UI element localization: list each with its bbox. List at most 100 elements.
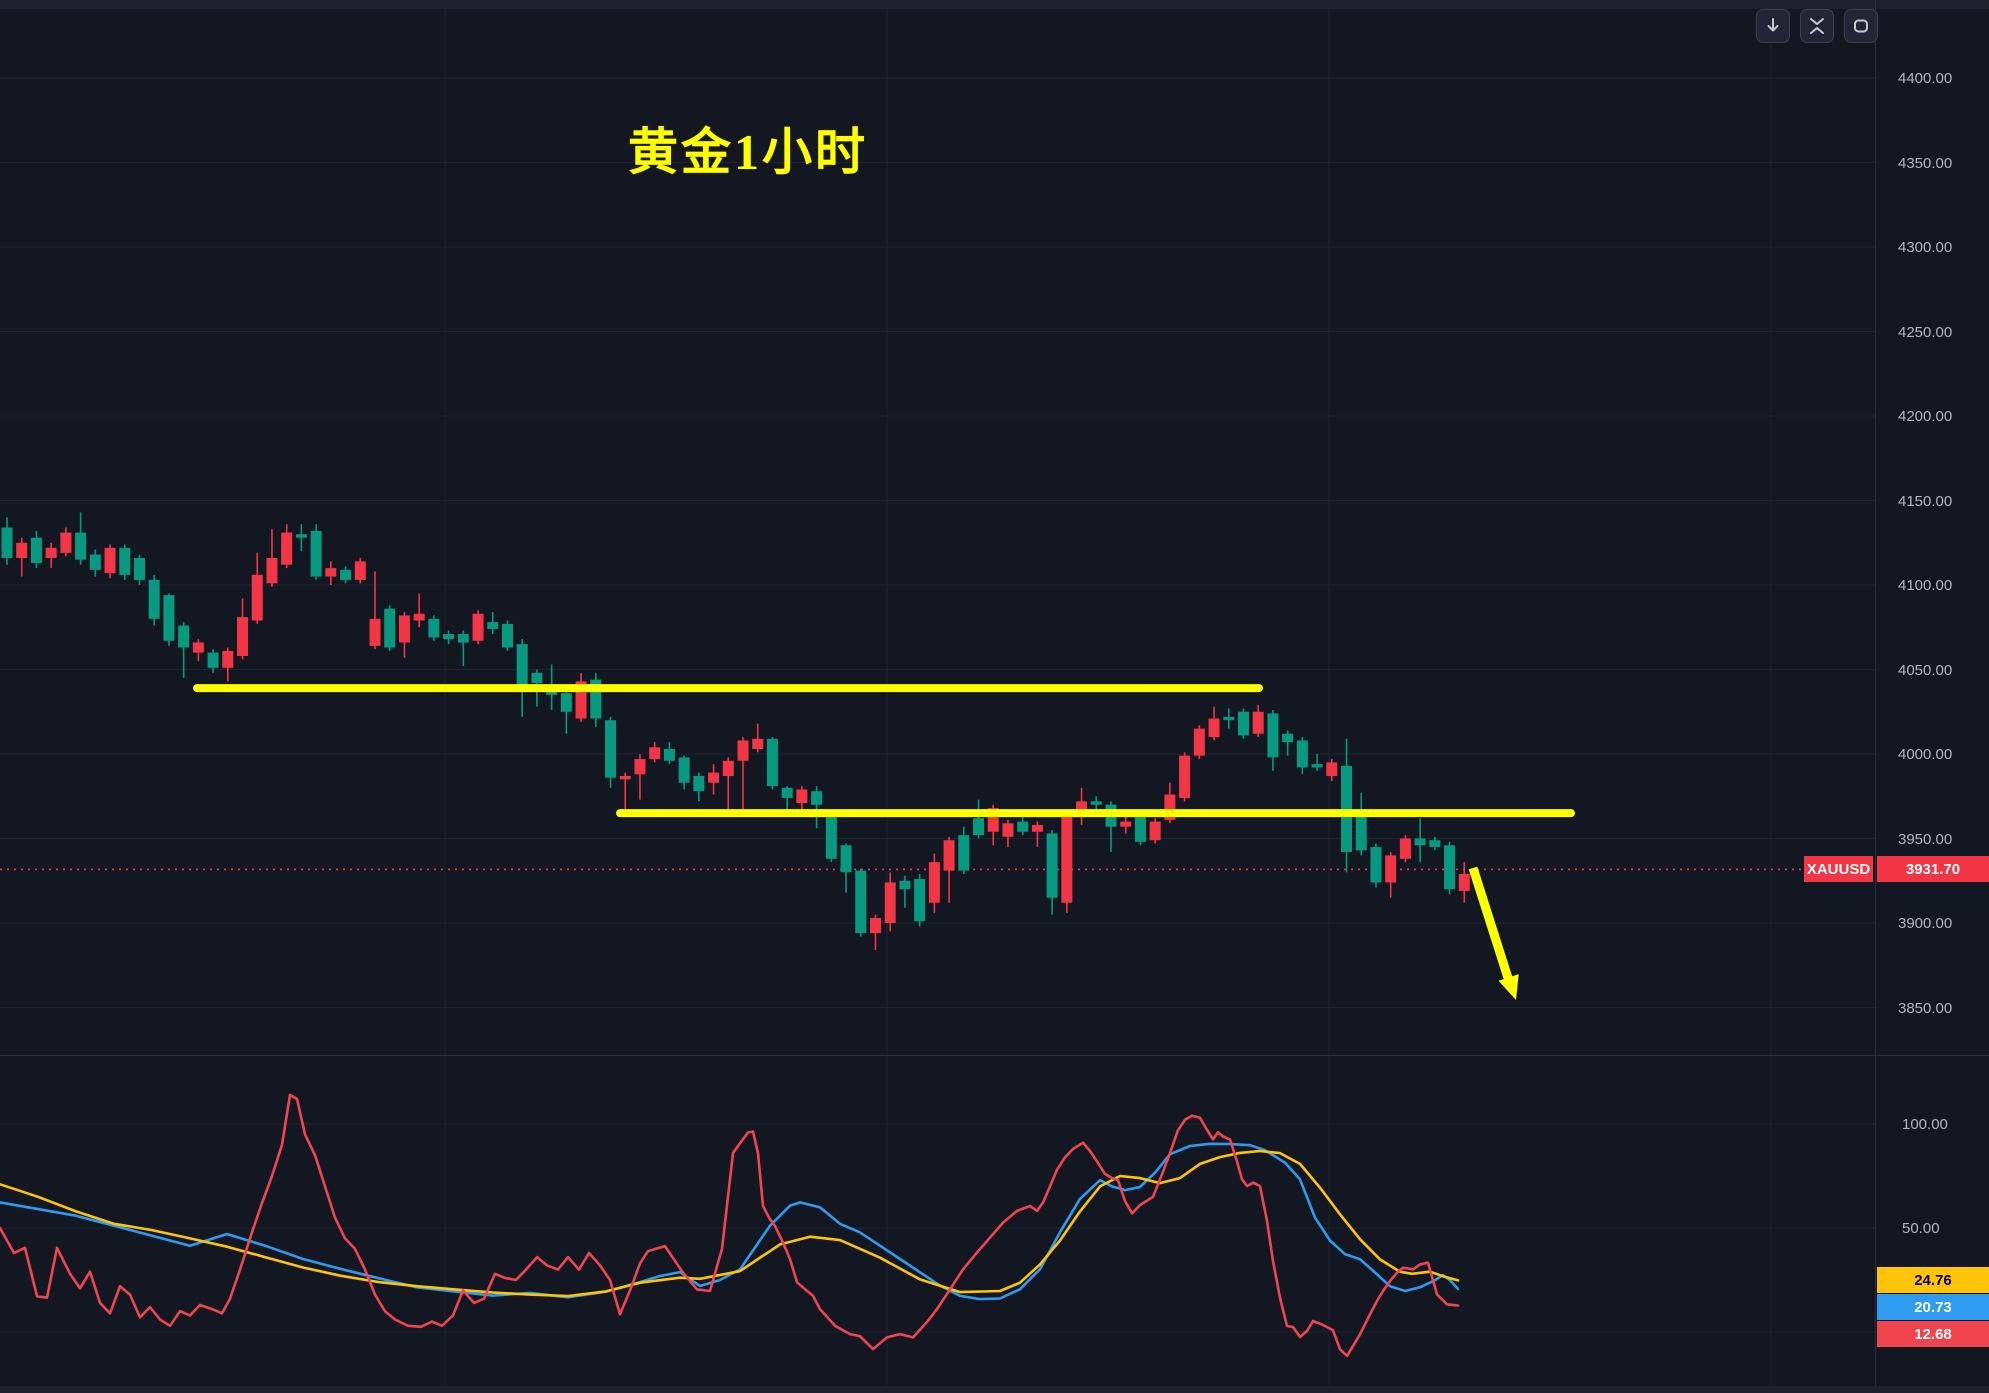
candle-body bbox=[1047, 833, 1058, 897]
candle-body bbox=[458, 634, 469, 642]
collapse-panes-button[interactable] bbox=[1800, 9, 1834, 43]
candle-body bbox=[105, 548, 116, 573]
candle-body bbox=[782, 788, 793, 798]
fullscreen-icon bbox=[1852, 17, 1870, 35]
candle-body bbox=[252, 575, 263, 621]
candle-body bbox=[1459, 874, 1470, 891]
candle-body bbox=[1150, 822, 1161, 841]
price-tick-label: 3900.00 bbox=[1898, 915, 1989, 932]
candle-body bbox=[163, 595, 174, 641]
price-tick-label: 4300.00 bbox=[1898, 239, 1989, 256]
candle-body bbox=[1238, 712, 1249, 736]
candle-body bbox=[796, 789, 807, 803]
candle-body bbox=[1400, 839, 1411, 859]
candle-body bbox=[752, 739, 763, 749]
download-arrow-icon bbox=[1764, 17, 1782, 35]
candle-body bbox=[193, 642, 204, 652]
candle-body bbox=[384, 609, 395, 648]
candle-body bbox=[149, 580, 160, 619]
candle-body bbox=[693, 776, 704, 791]
candle-body bbox=[134, 558, 145, 580]
indicator-tick-label: 50.00 bbox=[1902, 1220, 1989, 1237]
candle-body bbox=[1017, 822, 1028, 832]
indicator-tick-label: 100.00 bbox=[1902, 1116, 1989, 1133]
candle-body bbox=[1223, 717, 1234, 720]
candle-body bbox=[473, 614, 484, 641]
collapse-panes-icon bbox=[1808, 17, 1826, 35]
candle-body bbox=[885, 882, 896, 923]
candle-body bbox=[1032, 825, 1043, 832]
candle-body bbox=[826, 817, 837, 859]
candle-body bbox=[1061, 815, 1072, 903]
candle-body bbox=[870, 918, 881, 933]
candle-body bbox=[914, 879, 925, 921]
candle-body bbox=[1356, 817, 1367, 851]
candle-body bbox=[1194, 729, 1205, 756]
candle-body bbox=[46, 548, 57, 558]
candle-body bbox=[1267, 713, 1278, 757]
chart-title: 黄金1小时 bbox=[628, 112, 868, 184]
candle-body bbox=[561, 693, 572, 712]
download-button[interactable] bbox=[1756, 9, 1790, 43]
price-tick-label: 4400.00 bbox=[1898, 70, 1989, 87]
candle-body bbox=[855, 871, 866, 934]
candle-body bbox=[443, 634, 454, 639]
candle-body bbox=[634, 759, 645, 774]
candle-body bbox=[1370, 847, 1381, 882]
candle-body bbox=[723, 761, 734, 776]
candle-body bbox=[266, 558, 277, 583]
chart-toolbar bbox=[1756, 9, 1878, 43]
fullscreen-button[interactable] bbox=[1844, 9, 1878, 43]
price-axis-border bbox=[1875, 0, 1876, 1393]
candle-body bbox=[90, 555, 101, 570]
candle-body bbox=[958, 835, 969, 870]
candle-body bbox=[16, 543, 27, 558]
candle-body bbox=[1297, 740, 1308, 767]
candle-body bbox=[31, 538, 42, 563]
candle-body bbox=[222, 651, 233, 668]
chart-background bbox=[0, 0, 1989, 1393]
candle-body bbox=[899, 881, 910, 889]
candle-body bbox=[2, 528, 13, 558]
candle-body bbox=[767, 739, 778, 786]
chart-window: 黄金1小时 4400.00 4350.00 4300.00 4250.00 4200.0… bbox=[0, 0, 1989, 1393]
candle-body bbox=[296, 534, 307, 537]
price-tick-label: 4200.00 bbox=[1898, 408, 1989, 425]
symbol-label-badge: XAUUSD bbox=[1804, 856, 1873, 882]
candle-body bbox=[811, 791, 822, 805]
candle-body bbox=[1282, 734, 1293, 742]
price-tick-label: 3850.00 bbox=[1898, 1000, 1989, 1017]
candle-body bbox=[1091, 801, 1102, 804]
candle-body bbox=[1385, 855, 1396, 882]
candle-body bbox=[1415, 839, 1426, 846]
candle-body bbox=[370, 619, 381, 646]
candle-body bbox=[119, 548, 130, 575]
candle-body bbox=[1179, 756, 1190, 798]
candle-body bbox=[428, 619, 439, 638]
candle-body bbox=[649, 747, 660, 759]
candle-body bbox=[340, 570, 351, 580]
candle-body bbox=[1120, 822, 1131, 827]
candle-body bbox=[1429, 840, 1440, 847]
candle-body bbox=[841, 845, 852, 872]
price-and-indicator-chart[interactable] bbox=[0, 0, 1989, 1393]
candle-body bbox=[679, 757, 690, 782]
price-tick-label: 4350.00 bbox=[1898, 155, 1989, 172]
candle-body bbox=[929, 862, 940, 903]
top-strip-bg bbox=[0, 0, 1989, 9]
candle-body bbox=[944, 840, 955, 870]
candle-body bbox=[60, 533, 71, 553]
candle-body bbox=[208, 653, 219, 668]
candle-body bbox=[311, 531, 322, 577]
candle-body bbox=[664, 749, 675, 761]
candle-body bbox=[355, 561, 366, 580]
candle-body bbox=[178, 626, 189, 648]
pane-separator[interactable] bbox=[0, 1055, 1989, 1056]
candle-body bbox=[1209, 719, 1220, 738]
candle-body bbox=[399, 615, 410, 642]
candle-body bbox=[605, 720, 616, 777]
price-tick-label: 4250.00 bbox=[1898, 324, 1989, 341]
kdj-j-value-badge: 12.68 bbox=[1877, 1321, 1989, 1347]
price-tick-label: 4000.00 bbox=[1898, 746, 1989, 763]
candle-body bbox=[738, 740, 749, 760]
